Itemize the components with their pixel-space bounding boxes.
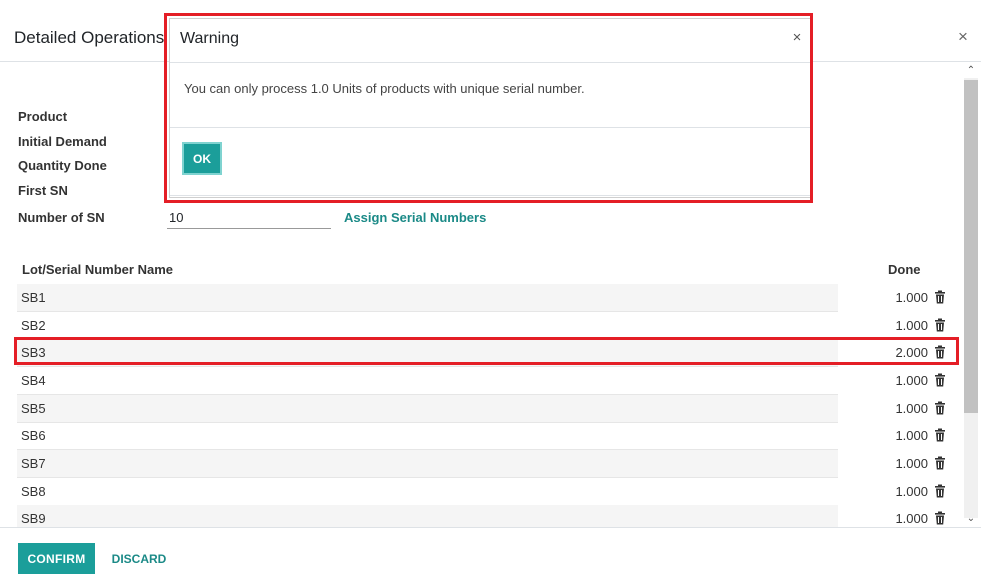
initial-demand-label: Initial Demand bbox=[18, 134, 107, 149]
trash-icon[interactable] bbox=[934, 290, 946, 304]
done-qty-cell[interactable]: 1.000 bbox=[848, 318, 928, 333]
column-header-lot-serial[interactable]: Lot/Serial Number Name bbox=[22, 262, 173, 277]
column-header-done[interactable]: Done bbox=[888, 262, 921, 277]
warning-message: You can only process 1.0 Units of produc… bbox=[184, 81, 585, 96]
table-row[interactable]: SB3 bbox=[17, 339, 838, 367]
modal-bottom-divider bbox=[170, 195, 810, 196]
trash-icon[interactable] bbox=[934, 484, 946, 498]
done-qty-cell[interactable]: 1.000 bbox=[848, 428, 928, 443]
trash-icon[interactable] bbox=[934, 456, 946, 470]
number-of-sn-label: Number of SN bbox=[18, 210, 105, 225]
done-qty-cell[interactable]: 1.000 bbox=[848, 484, 928, 499]
trash-icon[interactable] bbox=[934, 373, 946, 387]
done-qty-cell[interactable]: 1.000 bbox=[848, 511, 928, 526]
scroll-down-icon[interactable]: ⌄ bbox=[964, 512, 978, 526]
modal-footer-divider bbox=[170, 127, 810, 128]
scrollbar-thumb[interactable] bbox=[964, 80, 978, 413]
dialog-title: Detailed Operations bbox=[14, 28, 165, 47]
trash-icon[interactable] bbox=[934, 318, 946, 332]
footer-divider bbox=[0, 527, 981, 528]
table-row[interactable]: SB7 bbox=[17, 450, 838, 478]
trash-icon[interactable] bbox=[934, 401, 946, 415]
modal-header-divider bbox=[170, 62, 810, 63]
lot-name-cell[interactable]: SB6 bbox=[21, 428, 46, 443]
warning-modal: Warning × You can only process 1.0 Units… bbox=[169, 18, 811, 198]
quantity-done-label: Quantity Done bbox=[18, 158, 107, 173]
table-row[interactable]: SB4 bbox=[17, 367, 838, 395]
table-row[interactable]: SB8 bbox=[17, 478, 838, 506]
assign-serial-numbers-link[interactable]: Assign Serial Numbers bbox=[344, 210, 486, 225]
done-qty-cell[interactable]: 1.000 bbox=[848, 401, 928, 416]
lot-name-cell[interactable]: SB2 bbox=[21, 318, 46, 333]
lot-name-cell[interactable]: SB8 bbox=[21, 484, 46, 499]
number-of-sn-input[interactable] bbox=[167, 206, 331, 229]
trash-icon[interactable] bbox=[934, 345, 946, 359]
done-qty-cell[interactable]: 1.000 bbox=[848, 290, 928, 305]
table-row[interactable]: SB1 bbox=[17, 284, 838, 312]
done-qty-cell[interactable]: 1.000 bbox=[848, 373, 928, 388]
trash-icon[interactable] bbox=[934, 428, 946, 442]
lot-name-cell[interactable]: SB9 bbox=[21, 511, 46, 526]
confirm-button[interactable]: CONFIRM bbox=[18, 543, 95, 574]
first-sn-label: First SN bbox=[18, 183, 68, 198]
table-row[interactable]: SB2 bbox=[17, 312, 838, 340]
trash-icon[interactable] bbox=[934, 511, 946, 525]
warning-title: Warning bbox=[180, 30, 239, 47]
table-row[interactable]: SB9 bbox=[17, 505, 838, 528]
table-row[interactable]: SB6 bbox=[17, 422, 838, 450]
lot-name-cell[interactable]: SB7 bbox=[21, 456, 46, 471]
table-row[interactable]: SB5 bbox=[17, 395, 838, 423]
done-qty-cell[interactable]: 2.000 bbox=[848, 345, 928, 360]
close-icon[interactable]: × bbox=[790, 29, 804, 46]
ok-button[interactable]: OK bbox=[182, 142, 222, 175]
lot-name-cell[interactable]: SB4 bbox=[21, 373, 46, 388]
lot-name-cell[interactable]: SB3 bbox=[21, 345, 46, 360]
done-qty-cell[interactable]: 1.000 bbox=[848, 456, 928, 471]
close-icon[interactable]: × bbox=[955, 27, 971, 47]
discard-button[interactable]: DISCARD bbox=[104, 543, 174, 574]
lot-name-cell[interactable]: SB1 bbox=[21, 290, 46, 305]
product-label: Product bbox=[18, 109, 68, 124]
scroll-up-icon[interactable]: ⌃ bbox=[964, 64, 978, 78]
lot-name-cell[interactable]: SB5 bbox=[21, 401, 46, 416]
